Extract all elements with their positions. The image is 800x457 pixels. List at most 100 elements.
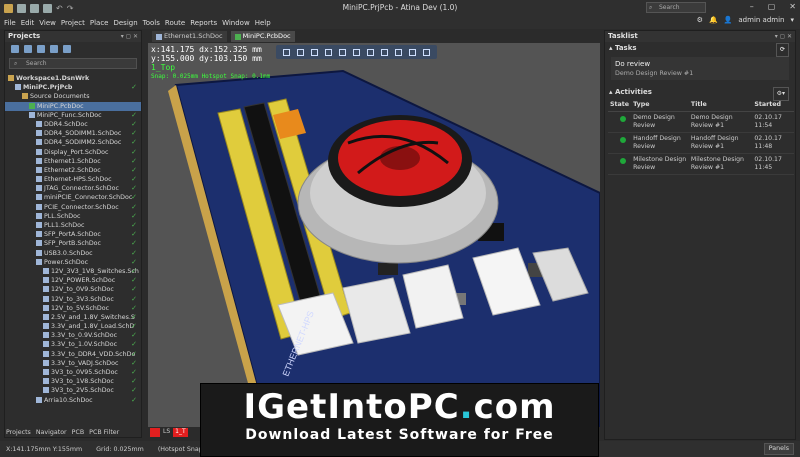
- table-row[interactable]: Demo Design Review Demo Design Review #1…: [608, 111, 794, 133]
- tree-item[interactable]: Ethernet1.SchDoc ✓: [5, 157, 141, 166]
- tree-item[interactable]: Source Documents: [5, 92, 141, 101]
- tree-item[interactable]: 3V3_to_2V5.SchDoc ✓: [5, 386, 141, 395]
- tree-item[interactable]: Workspace1.DsnWrk: [5, 74, 141, 83]
- route-icon[interactable]: [297, 48, 304, 56]
- tab-navigator[interactable]: Navigator: [36, 429, 67, 436]
- settings-dropdown-icon[interactable]: ⚙▾: [772, 87, 789, 101]
- refresh-icon[interactable]: ⟳: [775, 43, 789, 57]
- minimize-icon[interactable]: –: [750, 2, 754, 11]
- panel-controls-icon[interactable]: ▾ ◻ ✕: [775, 31, 792, 42]
- col-title[interactable]: Title: [688, 98, 753, 112]
- menu-file[interactable]: File: [4, 19, 16, 27]
- tree-item[interactable]: 3.3V_to_1.0V.SchDoc ✓: [5, 340, 141, 349]
- fill-icon[interactable]: [353, 48, 360, 56]
- tree-item[interactable]: PLL.SchDoc ✓: [5, 212, 141, 221]
- track-icon[interactable]: [367, 48, 374, 56]
- tree-item[interactable]: PLL1.SchDoc ✓: [5, 221, 141, 230]
- tab-pcb[interactable]: PCB: [72, 429, 85, 436]
- tree-item[interactable]: 3.3V_to_0.9V.SchDoc ✓: [5, 331, 141, 340]
- align-icon[interactable]: [325, 48, 332, 56]
- user-name[interactable]: admin admin: [738, 16, 784, 24]
- tree-item[interactable]: DDR4_SODIMM2.SchDoc ✓: [5, 138, 141, 147]
- projects-search-input[interactable]: Search: [9, 58, 137, 69]
- tab-projects[interactable]: Projects: [6, 429, 31, 436]
- save-project-icon[interactable]: [50, 45, 58, 53]
- tree-item[interactable]: 3V3_to_0V95.SchDoc ✓: [5, 368, 141, 377]
- tree-item[interactable]: Ethernet-HPS.SchDoc ✓: [5, 175, 141, 184]
- new-document-icon[interactable]: [11, 45, 19, 53]
- select-icon[interactable]: [311, 48, 318, 56]
- via-icon[interactable]: [381, 48, 388, 56]
- pad-icon[interactable]: [395, 48, 402, 56]
- search-input[interactable]: Search: [646, 2, 706, 13]
- tree-item[interactable]: Power.SchDoc ✓: [5, 258, 141, 267]
- tree-item[interactable]: MiniPC.PrjPcb ✓: [5, 83, 141, 92]
- tab-minipc-pcbdoc[interactable]: MiniPC.PcbDoc: [230, 31, 295, 42]
- tree-item[interactable]: SFP_PortB.SchDoc ✓: [5, 239, 141, 248]
- maximize-icon[interactable]: ▢: [768, 2, 776, 11]
- tree-item[interactable]: DDR4.SchDoc ✓: [5, 120, 141, 129]
- tree-item[interactable]: miniPCIE_Connector.SchDoc ✓: [5, 193, 141, 202]
- layer-color-swatch[interactable]: [150, 428, 160, 437]
- watermark-text-a: IGetIntoPC: [243, 387, 460, 427]
- settings-icon[interactable]: [63, 45, 71, 53]
- panels-button[interactable]: Panels: [763, 443, 794, 455]
- menu-design[interactable]: Design: [113, 19, 137, 27]
- settings-icon[interactable]: ⚙: [697, 16, 703, 24]
- tree-item[interactable]: Ethernet2.SchDoc ✓: [5, 166, 141, 175]
- filter-icon[interactable]: [283, 48, 290, 56]
- chevron-down-icon[interactable]: ▾: [790, 16, 794, 24]
- tree-item[interactable]: 12V_to_0V9.SchDoc ✓: [5, 285, 141, 294]
- tree-item[interactable]: Display_Port.SchDoc ✓: [5, 148, 141, 157]
- notifications-icon[interactable]: 🔔: [709, 16, 718, 24]
- check-icon: ✓: [131, 303, 137, 312]
- menu-tools[interactable]: Tools: [143, 19, 160, 27]
- tree-item[interactable]: 3V3_to_1V8.SchDoc ✓: [5, 377, 141, 386]
- menu-place[interactable]: Place: [90, 19, 109, 27]
- tree-item[interactable]: 3.3V_and_1.8V_Load.SchD ✓: [5, 322, 141, 331]
- tree-item[interactable]: 3.3V_to_VADJ.SchDoc ✓: [5, 359, 141, 368]
- menu-edit[interactable]: Edit: [21, 19, 35, 27]
- close-icon[interactable]: ✕: [789, 2, 796, 11]
- tab-pcb-filter[interactable]: PCB Filter: [89, 429, 119, 436]
- task-card[interactable]: Do review Demo Design Review #1: [611, 57, 789, 80]
- tree-item[interactable]: JTAG_Connector.SchDoc ✓: [5, 184, 141, 193]
- tree-item[interactable]: USB3.0.SchDoc ✓: [5, 249, 141, 258]
- table-row[interactable]: Handoff Design Review Handoff Design Rev…: [608, 132, 794, 154]
- tree-item[interactable]: SFP_PortA.SchDoc ✓: [5, 230, 141, 239]
- menu-reports[interactable]: Reports: [190, 19, 217, 27]
- text-icon[interactable]: [423, 48, 430, 56]
- tree-item[interactable]: 2.5V_and_1.8V_Switches.S ✓: [5, 313, 141, 322]
- activities-section-header[interactable]: ▴ Activities ⚙▾: [605, 86, 795, 101]
- tree-item[interactable]: MiniPC.PcbDoc: [5, 101, 141, 111]
- tree-item[interactable]: DDR4_SODIMM1.SchDoc ✓: [5, 129, 141, 138]
- table-row[interactable]: Milestone Design Review Milestone Design…: [608, 153, 794, 175]
- user-avatar-icon[interactable]: 👤: [724, 16, 733, 24]
- tasks-section-header[interactable]: ▴ Tasks ⟳: [605, 42, 795, 57]
- document-icon: [43, 313, 49, 320]
- menu-help[interactable]: Help: [255, 19, 271, 27]
- menu-window[interactable]: Window: [222, 19, 250, 27]
- menu-route[interactable]: Route: [165, 19, 185, 27]
- tree-item[interactable]: Arria10.SchDoc ✓: [5, 396, 141, 405]
- place-component-icon[interactable]: [339, 48, 346, 56]
- dimension-icon[interactable]: [409, 48, 416, 56]
- tab-ethernet1-schdoc[interactable]: Ethernet1.SchDoc: [152, 31, 227, 42]
- panel-controls-icon[interactable]: ▾ ◻ ✕: [121, 31, 138, 42]
- col-state[interactable]: State: [608, 98, 632, 112]
- tree-item[interactable]: MiniPC_Func.SchDoc ✓: [5, 111, 141, 120]
- pcb-3d-viewport[interactable]: ETHERNET-HPS x:141.175 dx:152.325 mm y:1…: [148, 43, 600, 427]
- tree-item[interactable]: 12V_to_5V.SchDoc ✓: [5, 304, 141, 313]
- menu-project[interactable]: Project: [61, 19, 85, 27]
- tree-item[interactable]: 12V_POWER.SchDoc ✓: [5, 276, 141, 285]
- tree-item[interactable]: 3.3V_to_DDR4_VDD.SchDo ✓: [5, 350, 141, 359]
- layer-ls[interactable]: LS: [163, 428, 170, 437]
- add-document-icon[interactable]: [24, 45, 32, 53]
- project-options-icon[interactable]: [37, 45, 45, 53]
- layer-top[interactable]: 1_T: [173, 428, 188, 437]
- col-type[interactable]: Type: [631, 98, 689, 112]
- tree-item[interactable]: 12V_to_3V3.SchDoc ✓: [5, 295, 141, 304]
- tree-item[interactable]: PCIE_Connector.SchDoc ✓: [5, 203, 141, 212]
- menu-view[interactable]: View: [39, 19, 56, 27]
- tree-item[interactable]: 12V_3V3_1V8_Switches.Sch ✓: [5, 267, 141, 276]
